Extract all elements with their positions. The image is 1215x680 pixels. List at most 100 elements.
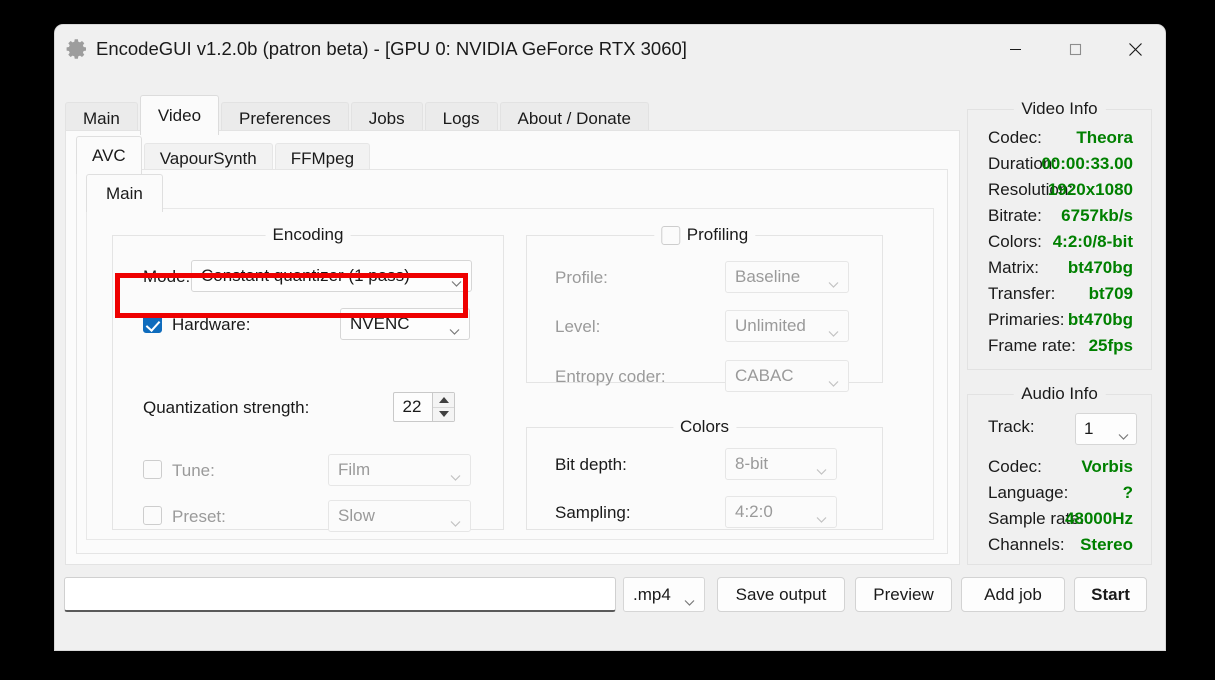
profiling-group: Profiling Profile: Baseline Level: Unlim… [526,225,883,392]
track-label: Track: [988,417,1035,436]
stepper-down-icon[interactable] [433,408,454,422]
quantization-label: Quantization strength: [143,398,310,417]
add-job-button[interactable]: Add job [961,577,1065,612]
entropy-coder-combobox[interactable]: CABAC [725,360,849,392]
info-key: Primaries: [988,310,1065,329]
profile-label: Profile: [555,268,608,287]
entropy-coder-label: Entropy coder: [555,367,666,386]
container-format-combobox[interactable]: .mp4 [623,577,705,612]
tab-video[interactable]: Video [139,95,220,135]
info-value: bt709 [1088,284,1133,303]
info-value: bt470bg [1067,310,1133,329]
info-value: 6757kb/s [1061,206,1133,225]
tab-label: FFMpeg [290,149,355,168]
audio-info-row: Channels: Stereo [968,535,1151,561]
video-info-row: Primaries: bt470bg [968,310,1151,336]
video-info-row: Colors: 4:2:0/8-bit [968,232,1151,258]
audio-track-combobox[interactable]: 1 [1075,413,1137,445]
hardware-checkbox[interactable] [143,314,162,333]
group-title-label: Profiling [686,225,749,244]
info-key: Channels: [988,535,1065,554]
info-key: Codec: [988,457,1042,476]
video-info-row: Duration: 00:00:33.00 [968,154,1151,180]
video-info-row: Codec: Theora [968,128,1151,154]
preset-value: Slow [338,506,375,525]
info-value: bt470bg [1067,258,1133,277]
info-value: Theora [1076,128,1133,147]
start-button[interactable]: Start [1074,577,1147,612]
save-output-button[interactable]: Save output [717,577,845,612]
info-key: Codec: [988,128,1042,147]
track-value: 1 [1084,419,1094,438]
container-format-value: .mp4 [633,584,671,604]
output-path-input[interactable] [64,577,616,612]
level-label: Level: [555,317,601,336]
tune-checkbox[interactable] [143,460,162,479]
quantization-stepper[interactable]: 22 [393,392,455,422]
info-key: Transfer: [988,284,1056,303]
encoding-group: Encoding Mode: Constant quantizer (1 pas… [112,225,504,532]
minimize-button[interactable] [985,25,1045,73]
mode-label: Mode: [143,267,191,286]
chevron-down-icon [1118,426,1129,440]
audio-track-row: Track: 1 [968,413,1151,445]
tab-label: Logs [442,109,480,128]
profiling-group-title: Profiling [653,225,756,245]
tune-label: Tune: [172,461,215,480]
tune-combobox[interactable]: Film [328,454,471,486]
stepper-up-icon[interactable] [433,393,454,408]
info-value: 00:00:33.00 [1041,154,1133,173]
preset-checkbox[interactable] [143,506,162,525]
chevron-down-icon [449,321,460,335]
info-key: Bitrate: [988,206,1042,225]
chevron-down-icon [816,509,827,523]
sampling-value: 4:2:0 [735,502,773,521]
application-window: EncodeGUI v1.2.0b (patron beta) - [GPU 0… [55,25,1165,650]
profiling-checkbox[interactable] [660,225,680,245]
mode-value: Constant quantizer (1 pass) [201,266,410,285]
chevron-down-icon [828,323,839,337]
bit-depth-label: Bit depth: [555,455,627,474]
button-label: Add job [984,584,1042,604]
chevron-down-icon [451,273,462,287]
window-controls [985,25,1165,73]
entropy-coder-value: CABAC [735,366,794,385]
avc-main-page: Encoding Mode: Constant quantizer (1 pas… [86,208,934,540]
tab-avc[interactable]: AVC [76,136,142,174]
audio-info-row: Codec: Vorbis [968,457,1151,483]
maximize-button[interactable] [1045,25,1105,73]
level-combobox[interactable]: Unlimited [725,310,849,342]
profile-combobox[interactable]: Baseline [725,261,849,293]
tab-label: Jobs [368,109,405,128]
gear-icon [62,34,92,64]
hardware-value: NVENC [350,314,410,333]
preset-combobox[interactable]: Slow [328,500,471,532]
hardware-combobox[interactable]: NVENC [340,308,470,340]
tab-avc-main[interactable]: Main [86,174,163,212]
video-info-row: Transfer: bt709 [968,284,1151,310]
info-value: Vorbis [1081,457,1133,476]
button-label: Start [1091,584,1130,604]
info-value: 1920x1080 [1047,180,1133,199]
info-value: 25fps [1088,336,1133,355]
tab-label: VapourSynth [159,149,257,168]
info-key: Language: [988,483,1069,502]
audio-info-row: Language: ? [968,483,1151,509]
group-title-label: Colors [679,417,730,436]
tab-label: AVC [92,145,126,165]
hardware-label: Hardware: [172,315,251,334]
info-value: 4:2:0/8-bit [1052,232,1133,251]
video-info-title: Video Info [1013,99,1106,119]
preview-button[interactable]: Preview [855,577,952,612]
mode-combobox[interactable]: Constant quantizer (1 pass) [191,260,472,292]
avc-subtabstrip: Main [86,174,163,212]
close-button[interactable] [1105,25,1165,73]
sampling-combobox[interactable]: 4:2:0 [725,496,837,528]
audio-info-panel: Audio Info Track: 1 Codec: Vorbis Langua… [967,384,1152,565]
colors-group-title: Colors [672,417,737,437]
video-info-row: Frame rate: 25fps [968,336,1151,362]
button-label: Save output [735,584,827,604]
bit-depth-combobox[interactable]: 8-bit [725,448,837,480]
video-tab-page: AVC VapourSynth FFMpeg Main Encoding Mod… [65,130,960,565]
level-value: Unlimited [735,316,806,335]
